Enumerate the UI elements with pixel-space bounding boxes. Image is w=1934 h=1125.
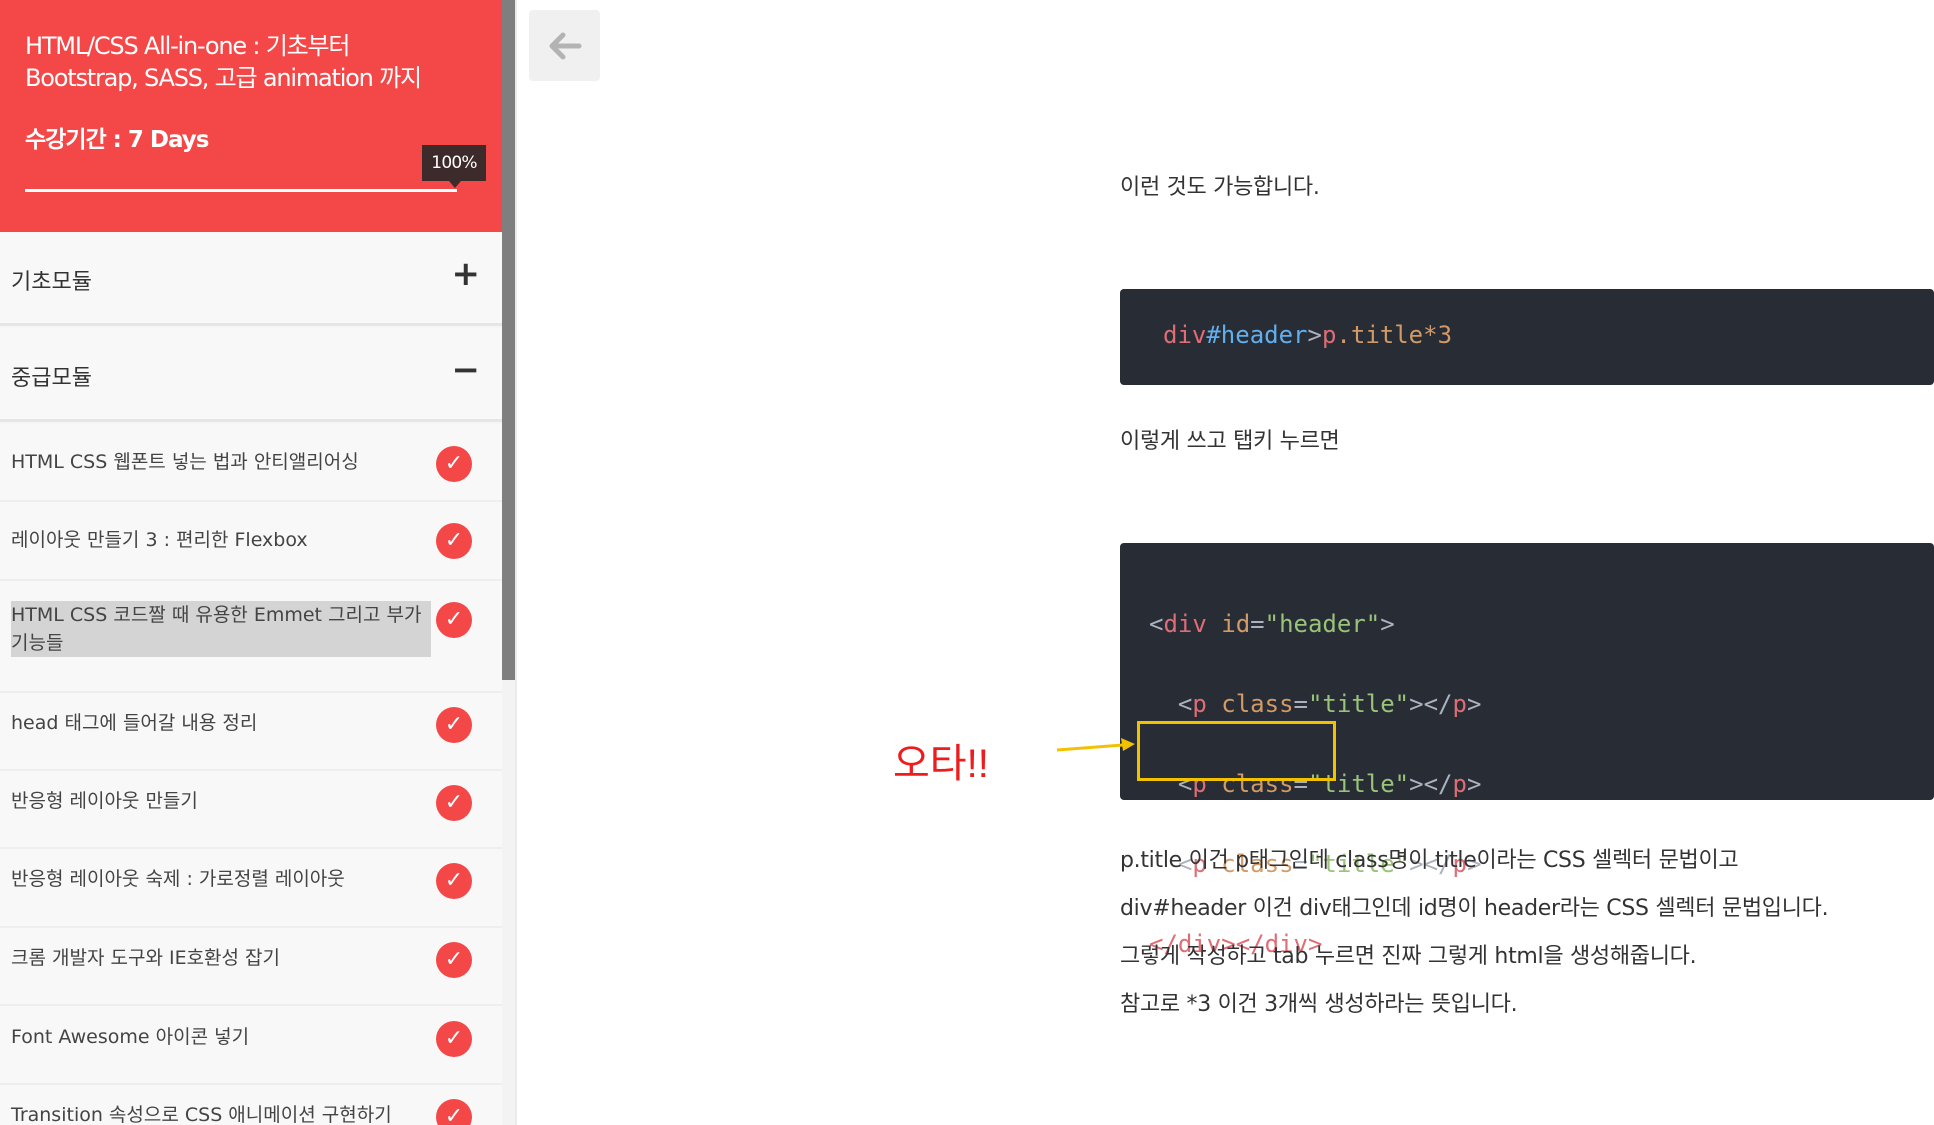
lesson-item[interactable]: 반응형 레이아웃 숙제 : 가로정렬 레이아웃 ✓ xyxy=(0,849,502,928)
code-token: "title" xyxy=(1307,690,1410,718)
code-token: "header" xyxy=(1264,610,1381,638)
code-token: < xyxy=(1149,610,1164,638)
progress-badge: 100% xyxy=(422,145,486,188)
lesson-item[interactable]: Font Awesome 아이콘 넣기 ✓ xyxy=(0,1006,502,1085)
check-circle-icon: ✓ xyxy=(436,707,472,743)
code-token: > xyxy=(1409,690,1424,718)
check-circle-icon: ✓ xyxy=(436,523,472,559)
check-circle-icon: ✓ xyxy=(436,785,472,821)
lesson-title: HTML CSS 웹폰트 넣는 법과 안티앨리어싱 xyxy=(11,451,359,473)
code-token: > xyxy=(1466,770,1482,798)
code-line: <div id="header"> xyxy=(1149,604,1481,644)
code-token: < xyxy=(1177,690,1193,718)
lesson-title: Font Awesome 아이콘 넣기 xyxy=(11,1026,250,1048)
typo-highlight-box xyxy=(1137,721,1336,781)
lesson-item[interactable]: 반응형 레이아웃 만들기 ✓ xyxy=(0,771,502,849)
code-token: > xyxy=(1307,321,1322,349)
code-token: *3 xyxy=(1423,321,1453,349)
code-token: div xyxy=(1163,610,1207,638)
code-token: > xyxy=(1409,770,1424,798)
lesson-title: Transition 속성으로 CSS 애니메이션 구현하기 xyxy=(11,1104,392,1125)
explanation: p.title 이건 p태그인데 class명이 title이라는 CSS 셀렉… xyxy=(1120,837,1829,1029)
course-period: 수강기간 : 7 Days xyxy=(25,127,209,153)
code-block-emmet: div#header>p.title*3 xyxy=(1120,289,1934,385)
typo-annotation: 오타!! xyxy=(893,742,989,786)
lesson-title: 반응형 레이아웃 만들기 xyxy=(11,790,198,812)
lesson-item[interactable]: HTML CSS 웹폰트 넣는 법과 안티앨리어싱 ✓ xyxy=(0,424,502,502)
progress-bar xyxy=(25,189,457,192)
code-token: p xyxy=(1192,690,1207,718)
check-circle-icon: ✓ xyxy=(436,446,472,482)
module-title: 중급모듈 xyxy=(11,366,92,391)
code-token: </ xyxy=(1423,690,1453,718)
course-sidebar: HTML/CSS All-in-one : 기초부터 Bootstrap, SA… xyxy=(0,0,502,1125)
explanation-line: 그렇게 작성하고 tab 누르면 진짜 그렇게 html을 생성해줍니다. xyxy=(1120,944,1697,969)
arrow-left-icon xyxy=(549,32,582,60)
lesson-title: head 태그에 들어갈 내용 정리 xyxy=(11,712,258,734)
sidebar-scroll-thumb[interactable] xyxy=(502,0,515,680)
explanation-line: 참고로 *3 이건 3개씩 생성하라는 뜻입니다. xyxy=(1120,992,1518,1017)
code-token: > xyxy=(1466,690,1482,718)
check-circle-icon: ✓ xyxy=(436,1021,472,1057)
lesson-item[interactable]: 크롬 개발자 도구와 IE호환성 잡기 ✓ xyxy=(0,928,502,1006)
expand-plus-icon[interactable]: + xyxy=(452,254,481,294)
check-circle-icon: ✓ xyxy=(436,602,472,638)
check-circle-icon: ✓ xyxy=(436,863,472,899)
code-token: > xyxy=(1380,610,1395,638)
paragraph: 이런 것도 가능합니다. xyxy=(1120,175,1320,200)
collapse-minus-icon[interactable]: − xyxy=(452,350,481,390)
lesson-title: 크롬 개발자 도구와 IE호환성 잡기 xyxy=(11,947,281,969)
check-circle-icon: ✓ xyxy=(436,1099,472,1125)
lesson-title: HTML CSS 코드짤 때 유용한 Emmet 그리고 부가기능들 xyxy=(11,601,431,657)
lesson-title: 반응형 레이아웃 숙제 : 가로정렬 레이아웃 xyxy=(11,868,345,890)
explanation-line: div#header 이건 div태그인데 id명이 header라는 CSS … xyxy=(1120,896,1829,921)
code-token: = xyxy=(1250,610,1265,638)
course-header: HTML/CSS All-in-one : 기초부터 Bootstrap, SA… xyxy=(0,0,502,232)
annotation-arrow-icon xyxy=(1056,738,1135,752)
module-title: 기초모듈 xyxy=(11,270,92,295)
code-token: p xyxy=(1452,690,1467,718)
code-token: </ xyxy=(1423,770,1453,798)
code-token: .title xyxy=(1336,321,1424,349)
lesson-item[interactable]: 레이아웃 만들기 3 : 편리한 Flexbox ✓ xyxy=(0,502,502,581)
code-token: div xyxy=(1163,321,1207,349)
code-token: #header xyxy=(1206,321,1308,349)
code-token: id xyxy=(1221,610,1251,638)
code-token: class xyxy=(1221,690,1294,718)
code-token: p xyxy=(1321,321,1337,349)
lesson-item[interactable]: HTML CSS 코드짤 때 유용한 Emmet 그리고 부가기능들 ✓ xyxy=(0,581,502,693)
lesson-item[interactable]: head 태그에 들어갈 내용 정리 ✓ xyxy=(0,693,502,771)
back-button[interactable] xyxy=(529,10,600,81)
progress-bar-fill xyxy=(25,189,457,192)
divider xyxy=(515,0,517,1125)
explanation-line: p.title 이건 p태그인데 class명이 title이라는 CSS 셀렉… xyxy=(1120,848,1739,873)
lesson-item[interactable]: Transition 속성으로 CSS 애니메이션 구현하기 ✓ xyxy=(0,1085,502,1125)
course-title: HTML/CSS All-in-one : 기초부터 Bootstrap, SA… xyxy=(25,32,422,92)
code-line: div#header>p.title*3 xyxy=(1163,321,1452,349)
code-line: <p class="title"></p> xyxy=(1149,684,1481,724)
lesson-title: 레이아웃 만들기 3 : 편리한 Flexbox xyxy=(11,529,308,551)
module-intermediate[interactable]: 중급모듈 − xyxy=(0,328,502,422)
code-token: p xyxy=(1452,770,1467,798)
module-basic[interactable]: 기초모듈 + xyxy=(0,232,502,326)
code-token: = xyxy=(1293,690,1308,718)
paragraph: 이렇게 쓰고 탭키 누르면 xyxy=(1120,429,1340,454)
check-circle-icon: ✓ xyxy=(436,942,472,978)
